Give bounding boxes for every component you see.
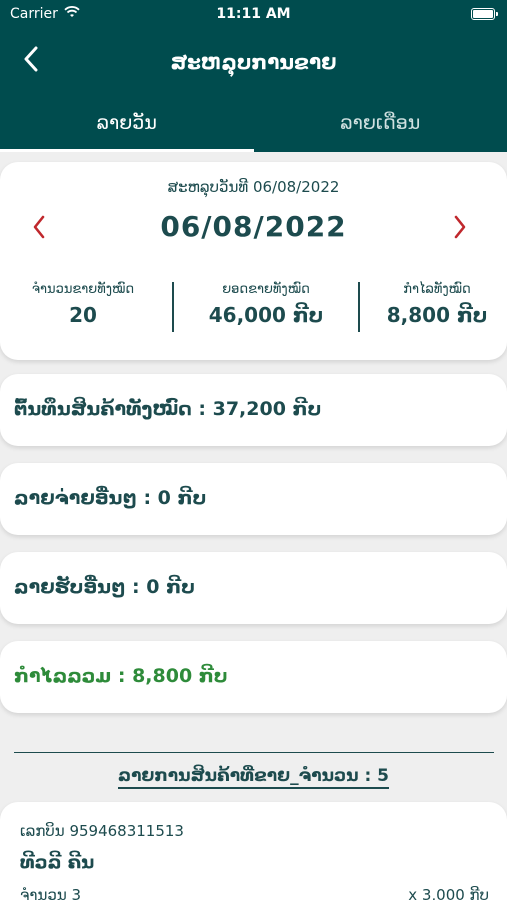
stat-label: ກຳໄລທັງໝົດ xyxy=(403,282,471,297)
item-price: x 3,000 ກີບ xyxy=(408,886,489,900)
status-bar: Carrier 11:11 AM xyxy=(0,0,507,28)
stat-divider xyxy=(358,282,360,332)
other-expense-text: ລາຍຈ່າຍອື່ນໆ : 0 ກີບ xyxy=(14,487,207,509)
sold-items-title-text: ລາຍການສິນຄ້າທີ່ຂາຍ_ຈຳນວນ : 5 xyxy=(118,766,389,789)
stat-label: ຈຳນວນຂາຍທັງໝົດ xyxy=(31,282,135,297)
product-name: ທີວລີ ຄີນ xyxy=(20,852,95,873)
stat-value: 46,000 ກີບ xyxy=(208,303,324,327)
tab-daily[interactable]: ລາຍວັນ xyxy=(0,100,254,152)
stat-divider xyxy=(172,282,174,332)
selected-date: 06/08/2022 xyxy=(160,210,347,243)
summary-stats: ຈຳນວນຂາຍທັງໝົດ 20 ຍອດຂາຍທັງໝົດ 46,000 ກີ… xyxy=(0,282,507,334)
net-profit-card: ກຳໄລລວມ : 8,800 ກີບ xyxy=(0,641,507,713)
stat-label: ຍອດຂາຍທັງໝົດ xyxy=(222,282,310,297)
app-header: Carrier 11:11 AM ສະຫລຸບການຂາຍ ລາຍວັນ ລາຍ… xyxy=(0,0,507,152)
cost-card: ຕົ້ນທຶນສິນຄ້າທັງໝົດ : 37,200 ກີບ xyxy=(0,374,507,446)
summary-caption: ສະຫລຸບວັນທີ 06/08/2022 xyxy=(167,178,340,196)
tab-bar: ລາຍວັນ ລາຍເດືອນ xyxy=(0,100,507,152)
next-day-button[interactable] xyxy=(445,212,475,246)
other-income-text: ລາຍຮັບອື່ນໆ : 0 ກີບ xyxy=(14,576,195,598)
stat-total-profit: ກຳໄລທັງໝົດ 8,800 ກີບ xyxy=(372,282,502,327)
tab-monthly[interactable]: ລາຍເດືອນ xyxy=(254,100,507,152)
net-profit-text: ກຳໄລລວມ : 8,800 ກີບ xyxy=(14,665,228,687)
navigation-bar: ສະຫລຸບການຂາຍ xyxy=(0,36,507,88)
stat-sales-count: ຈຳນວນຂາຍທັງໝົດ 20 xyxy=(8,282,158,327)
stat-total-sales: ຍອດຂາຍທັງໝົດ 46,000 ກີບ xyxy=(188,282,344,327)
bill-number: ເລກບິນ 959468311513 xyxy=(20,822,184,840)
page-title: ສະຫລຸບການຂາຍ xyxy=(170,50,337,74)
other-income-card: ລາຍຮັບອື່ນໆ : 0 ກີບ xyxy=(0,552,507,624)
other-expense-card: ລາຍຈ່າຍອື່ນໆ : 0 ກີບ xyxy=(0,463,507,535)
daily-summary-card: ສະຫລຸບວັນທີ 06/08/2022 06/08/2022 ຈຳນວນຂ… xyxy=(0,162,507,360)
stat-value: 20 xyxy=(69,303,97,327)
chevron-right-icon xyxy=(453,215,467,243)
status-time: 11:11 AM xyxy=(216,6,291,22)
sold-items-title: ລາຍການສິນຄ້າທີ່ຂາຍ_ຈຳນວນ : 5 xyxy=(0,766,507,789)
item-quantity: ຈຳນວນ 3 xyxy=(20,886,82,900)
list-item[interactable]: ເລກບິນ 959468311513 ທີວລີ ຄີນ ຈຳນວນ 3 x … xyxy=(0,802,507,900)
cost-text: ຕົ້ນທຶນສິນຄ້າທັງໝົດ : 37,200 ກີບ xyxy=(14,398,322,420)
battery-icon xyxy=(471,8,498,20)
stat-value: 8,800 ກີບ xyxy=(386,303,488,327)
section-divider xyxy=(14,752,494,753)
